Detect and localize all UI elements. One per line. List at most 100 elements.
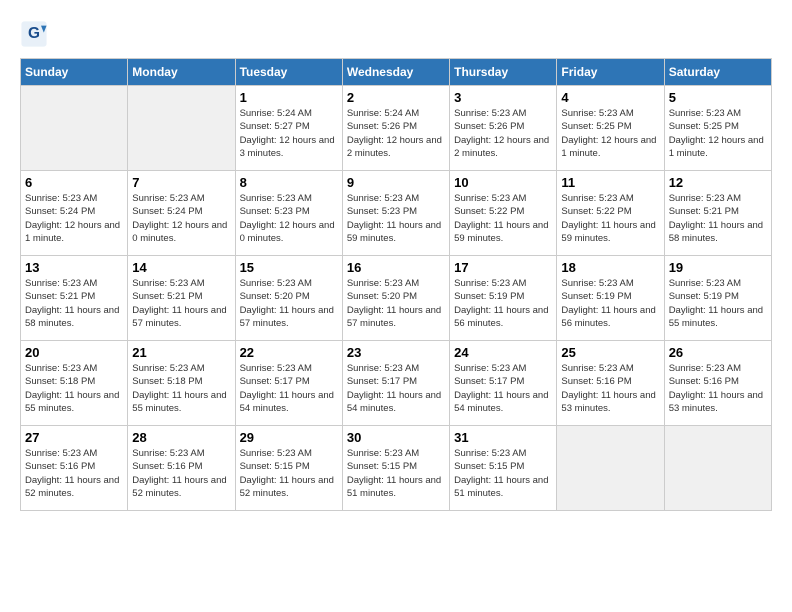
calendar-cell: 4 Sunrise: 5:23 AM Sunset: 5:25 PM Dayli… xyxy=(557,86,664,171)
day-number: 7 xyxy=(132,175,230,190)
col-saturday: Saturday xyxy=(664,59,771,86)
day-number: 10 xyxy=(454,175,552,190)
calendar-cell: 11 Sunrise: 5:23 AM Sunset: 5:22 PM Dayl… xyxy=(557,171,664,256)
col-wednesday: Wednesday xyxy=(342,59,449,86)
calendar-cell xyxy=(557,426,664,511)
day-info: Sunrise: 5:23 AM Sunset: 5:22 PM Dayligh… xyxy=(454,192,552,245)
calendar-cell: 5 Sunrise: 5:23 AM Sunset: 5:25 PM Dayli… xyxy=(664,86,771,171)
day-number: 12 xyxy=(669,175,767,190)
day-info: Sunrise: 5:23 AM Sunset: 5:25 PM Dayligh… xyxy=(669,107,767,160)
calendar-week-5: 27 Sunrise: 5:23 AM Sunset: 5:16 PM Dayl… xyxy=(21,426,772,511)
col-thursday: Thursday xyxy=(450,59,557,86)
calendar-cell: 18 Sunrise: 5:23 AM Sunset: 5:19 PM Dayl… xyxy=(557,256,664,341)
day-info: Sunrise: 5:23 AM Sunset: 5:15 PM Dayligh… xyxy=(240,447,338,500)
calendar-cell: 25 Sunrise: 5:23 AM Sunset: 5:16 PM Dayl… xyxy=(557,341,664,426)
calendar-cell: 12 Sunrise: 5:23 AM Sunset: 5:21 PM Dayl… xyxy=(664,171,771,256)
logo-icon: G xyxy=(20,20,48,48)
calendar-cell: 14 Sunrise: 5:23 AM Sunset: 5:21 PM Dayl… xyxy=(128,256,235,341)
day-info: Sunrise: 5:23 AM Sunset: 5:18 PM Dayligh… xyxy=(132,362,230,415)
calendar-cell: 26 Sunrise: 5:23 AM Sunset: 5:16 PM Dayl… xyxy=(664,341,771,426)
day-number: 29 xyxy=(240,430,338,445)
calendar-week-1: 1 Sunrise: 5:24 AM Sunset: 5:27 PM Dayli… xyxy=(21,86,772,171)
day-info: Sunrise: 5:23 AM Sunset: 5:19 PM Dayligh… xyxy=(669,277,767,330)
calendar-cell: 7 Sunrise: 5:23 AM Sunset: 5:24 PM Dayli… xyxy=(128,171,235,256)
day-number: 22 xyxy=(240,345,338,360)
day-number: 27 xyxy=(25,430,123,445)
calendar-cell: 3 Sunrise: 5:23 AM Sunset: 5:26 PM Dayli… xyxy=(450,86,557,171)
col-sunday: Sunday xyxy=(21,59,128,86)
day-info: Sunrise: 5:23 AM Sunset: 5:20 PM Dayligh… xyxy=(240,277,338,330)
day-number: 25 xyxy=(561,345,659,360)
calendar-cell: 24 Sunrise: 5:23 AM Sunset: 5:17 PM Dayl… xyxy=(450,341,557,426)
day-info: Sunrise: 5:23 AM Sunset: 5:18 PM Dayligh… xyxy=(25,362,123,415)
day-info: Sunrise: 5:23 AM Sunset: 5:25 PM Dayligh… xyxy=(561,107,659,160)
header-row: Sunday Monday Tuesday Wednesday Thursday… xyxy=(21,59,772,86)
calendar-table: Sunday Monday Tuesday Wednesday Thursday… xyxy=(20,58,772,511)
calendar-cell: 19 Sunrise: 5:23 AM Sunset: 5:19 PM Dayl… xyxy=(664,256,771,341)
calendar-cell: 21 Sunrise: 5:23 AM Sunset: 5:18 PM Dayl… xyxy=(128,341,235,426)
day-number: 23 xyxy=(347,345,445,360)
day-info: Sunrise: 5:23 AM Sunset: 5:16 PM Dayligh… xyxy=(561,362,659,415)
day-number: 2 xyxy=(347,90,445,105)
day-info: Sunrise: 5:23 AM Sunset: 5:16 PM Dayligh… xyxy=(25,447,123,500)
day-info: Sunrise: 5:23 AM Sunset: 5:15 PM Dayligh… xyxy=(454,447,552,500)
day-number: 5 xyxy=(669,90,767,105)
calendar-cell: 15 Sunrise: 5:23 AM Sunset: 5:20 PM Dayl… xyxy=(235,256,342,341)
calendar-week-4: 20 Sunrise: 5:23 AM Sunset: 5:18 PM Dayl… xyxy=(21,341,772,426)
day-info: Sunrise: 5:23 AM Sunset: 5:21 PM Dayligh… xyxy=(132,277,230,330)
day-info: Sunrise: 5:23 AM Sunset: 5:22 PM Dayligh… xyxy=(561,192,659,245)
calendar-body: 1 Sunrise: 5:24 AM Sunset: 5:27 PM Dayli… xyxy=(21,86,772,511)
day-number: 17 xyxy=(454,260,552,275)
day-number: 19 xyxy=(669,260,767,275)
day-info: Sunrise: 5:23 AM Sunset: 5:19 PM Dayligh… xyxy=(561,277,659,330)
calendar-cell: 27 Sunrise: 5:23 AM Sunset: 5:16 PM Dayl… xyxy=(21,426,128,511)
svg-text:G: G xyxy=(28,25,40,42)
calendar-cell: 23 Sunrise: 5:23 AM Sunset: 5:17 PM Dayl… xyxy=(342,341,449,426)
calendar-cell: 13 Sunrise: 5:23 AM Sunset: 5:21 PM Dayl… xyxy=(21,256,128,341)
day-info: Sunrise: 5:23 AM Sunset: 5:16 PM Dayligh… xyxy=(669,362,767,415)
page-header: G xyxy=(20,20,772,48)
calendar-cell xyxy=(128,86,235,171)
day-info: Sunrise: 5:23 AM Sunset: 5:23 PM Dayligh… xyxy=(347,192,445,245)
day-number: 6 xyxy=(25,175,123,190)
calendar-cell xyxy=(664,426,771,511)
calendar-cell: 9 Sunrise: 5:23 AM Sunset: 5:23 PM Dayli… xyxy=(342,171,449,256)
day-number: 16 xyxy=(347,260,445,275)
calendar-cell: 17 Sunrise: 5:23 AM Sunset: 5:19 PM Dayl… xyxy=(450,256,557,341)
calendar-cell: 28 Sunrise: 5:23 AM Sunset: 5:16 PM Dayl… xyxy=(128,426,235,511)
calendar-cell: 8 Sunrise: 5:23 AM Sunset: 5:23 PM Dayli… xyxy=(235,171,342,256)
day-number: 21 xyxy=(132,345,230,360)
day-info: Sunrise: 5:23 AM Sunset: 5:21 PM Dayligh… xyxy=(669,192,767,245)
day-number: 24 xyxy=(454,345,552,360)
day-info: Sunrise: 5:23 AM Sunset: 5:15 PM Dayligh… xyxy=(347,447,445,500)
day-number: 3 xyxy=(454,90,552,105)
calendar-cell: 22 Sunrise: 5:23 AM Sunset: 5:17 PM Dayl… xyxy=(235,341,342,426)
calendar-week-2: 6 Sunrise: 5:23 AM Sunset: 5:24 PM Dayli… xyxy=(21,171,772,256)
calendar-cell: 29 Sunrise: 5:23 AM Sunset: 5:15 PM Dayl… xyxy=(235,426,342,511)
day-info: Sunrise: 5:23 AM Sunset: 5:17 PM Dayligh… xyxy=(454,362,552,415)
day-number: 20 xyxy=(25,345,123,360)
calendar-cell: 16 Sunrise: 5:23 AM Sunset: 5:20 PM Dayl… xyxy=(342,256,449,341)
calendar-cell: 31 Sunrise: 5:23 AM Sunset: 5:15 PM Dayl… xyxy=(450,426,557,511)
day-info: Sunrise: 5:24 AM Sunset: 5:27 PM Dayligh… xyxy=(240,107,338,160)
day-info: Sunrise: 5:23 AM Sunset: 5:17 PM Dayligh… xyxy=(347,362,445,415)
day-number: 8 xyxy=(240,175,338,190)
day-info: Sunrise: 5:23 AM Sunset: 5:19 PM Dayligh… xyxy=(454,277,552,330)
day-info: Sunrise: 5:23 AM Sunset: 5:21 PM Dayligh… xyxy=(25,277,123,330)
logo: G xyxy=(20,20,52,48)
calendar-cell: 6 Sunrise: 5:23 AM Sunset: 5:24 PM Dayli… xyxy=(21,171,128,256)
day-number: 4 xyxy=(561,90,659,105)
day-info: Sunrise: 5:23 AM Sunset: 5:23 PM Dayligh… xyxy=(240,192,338,245)
day-number: 11 xyxy=(561,175,659,190)
day-number: 14 xyxy=(132,260,230,275)
day-info: Sunrise: 5:23 AM Sunset: 5:16 PM Dayligh… xyxy=(132,447,230,500)
col-friday: Friday xyxy=(557,59,664,86)
day-number: 30 xyxy=(347,430,445,445)
day-info: Sunrise: 5:23 AM Sunset: 5:24 PM Dayligh… xyxy=(25,192,123,245)
calendar-cell: 30 Sunrise: 5:23 AM Sunset: 5:15 PM Dayl… xyxy=(342,426,449,511)
calendar-cell: 1 Sunrise: 5:24 AM Sunset: 5:27 PM Dayli… xyxy=(235,86,342,171)
col-monday: Monday xyxy=(128,59,235,86)
day-info: Sunrise: 5:23 AM Sunset: 5:24 PM Dayligh… xyxy=(132,192,230,245)
calendar-cell xyxy=(21,86,128,171)
day-info: Sunrise: 5:23 AM Sunset: 5:26 PM Dayligh… xyxy=(454,107,552,160)
